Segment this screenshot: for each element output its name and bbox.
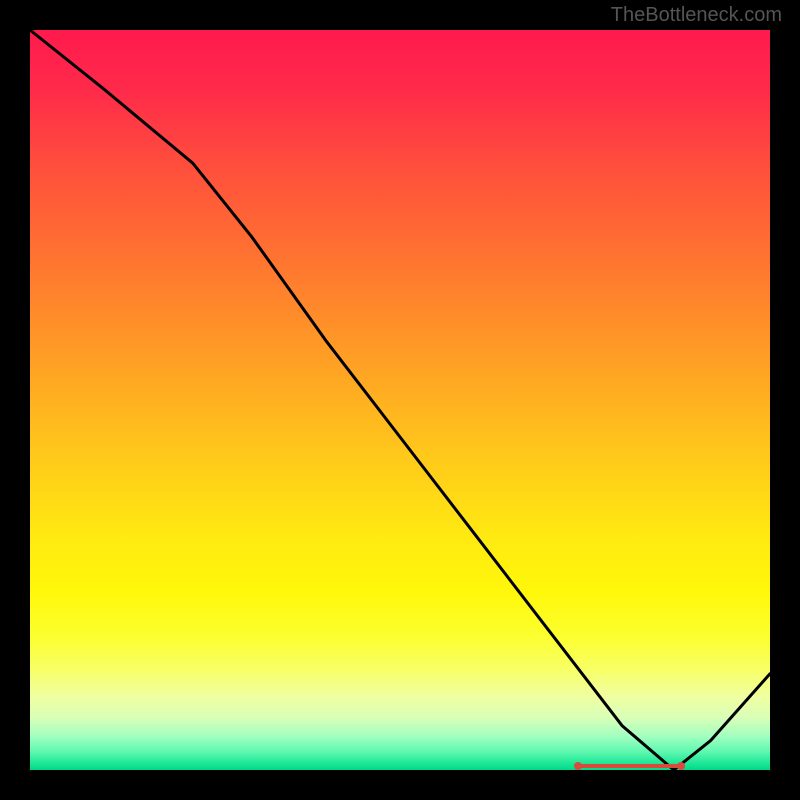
optimal-marker-dot-left [574, 762, 582, 770]
bottleneck-curve [30, 30, 770, 770]
plot-area [30, 30, 770, 770]
optimal-marker-line [578, 764, 682, 768]
optimal-marker-dot-right [677, 762, 685, 770]
chart-svg [30, 30, 770, 770]
watermark-text: TheBottleneck.com [611, 4, 782, 27]
